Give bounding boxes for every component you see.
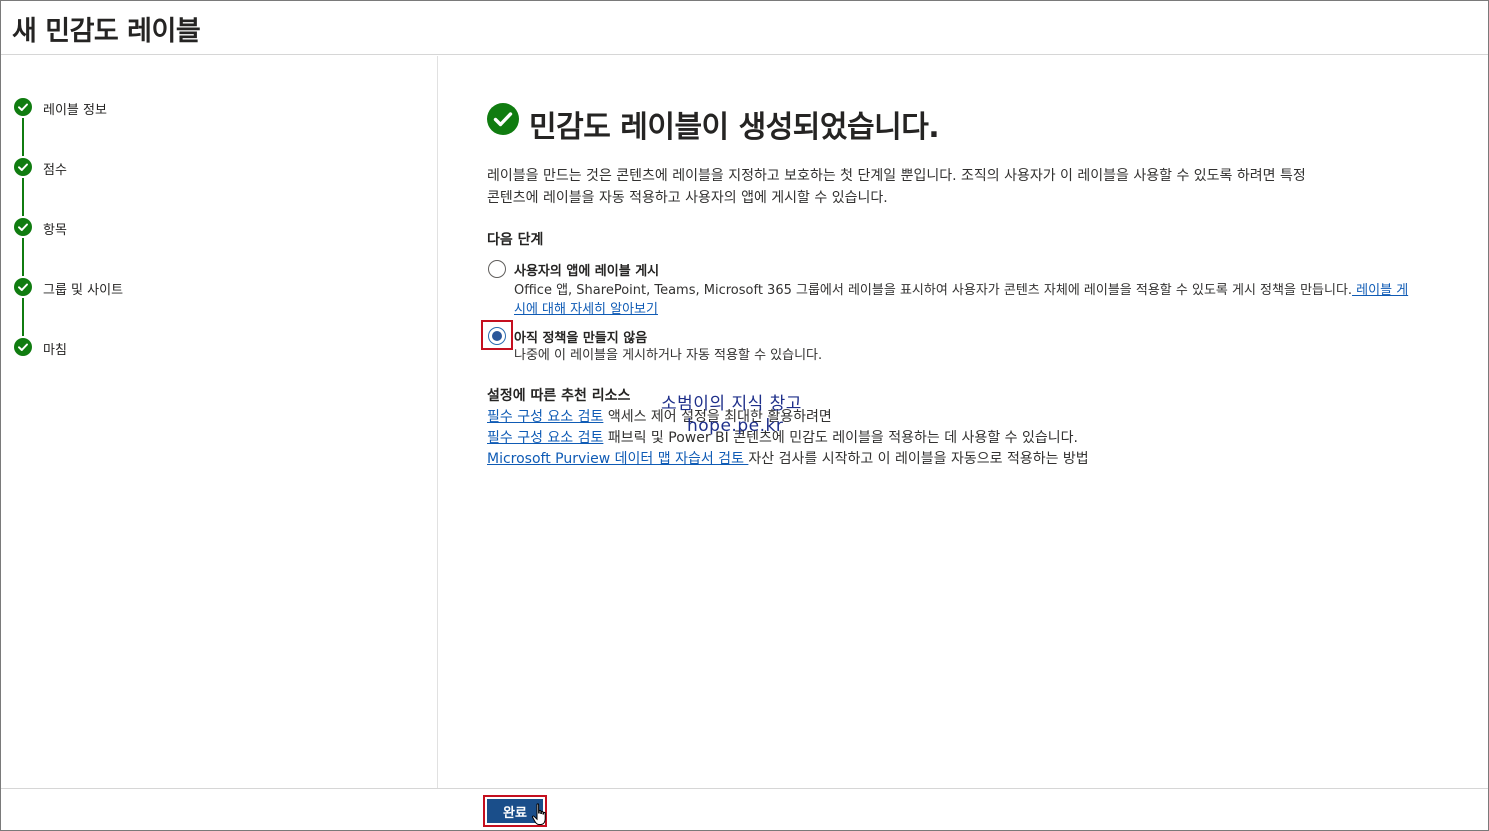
learn-more-link[interactable]: 시에 대해 자세히 알아보기 <box>514 302 658 317</box>
step-connector <box>22 238 24 276</box>
description-line: 레이블을 만드는 것은 콘텐츠에 레이블을 지정하고 보호하는 첫 단계일 뿐입… <box>487 168 1306 184</box>
wizard-steps: 레이블 정보 점수 항목 그룹 및 사이트 마침 <box>1 56 438 788</box>
option-title: 아직 정책을 만들지 않음 <box>514 331 648 346</box>
check-circle-icon <box>487 103 519 135</box>
check-circle-icon <box>14 278 32 296</box>
resource-link[interactable]: 필수 구성 요소 검토 <box>487 430 603 446</box>
success-title-text: 민감도 레이블이 생성되었습니다. <box>529 110 940 145</box>
option-title: 사용자의 앱에 레이블 게시 <box>514 264 660 279</box>
check-circle-icon <box>14 98 32 116</box>
publish-radio[interactable] <box>488 260 506 278</box>
step-label: 항목 <box>43 223 67 238</box>
option-description: Office 앱, SharePoint, Teams, Microsoft 3… <box>514 281 1408 319</box>
option-description-text: Office 앱, SharePoint, Teams, Microsoft 3… <box>514 283 1353 298</box>
page-header: 새 민감도 레이블 <box>1 1 1488 55</box>
step-label: 마침 <box>43 343 67 358</box>
footer-bar: 완료 <box>1 788 1488 830</box>
no-policy-radio[interactable] <box>488 327 506 345</box>
step-label: 레이블 정보 <box>43 103 107 118</box>
description-line: 콘텐츠에 레이블을 자동 적용하고 사용자의 앱에 게시할 수 있습니다. <box>487 190 888 206</box>
step-connector <box>22 118 24 156</box>
next-steps-heading: 다음 단계 <box>487 232 544 248</box>
hand-pointer-icon <box>531 803 546 825</box>
step-label: 그룹 및 사이트 <box>43 283 124 298</box>
step-label: 점수 <box>43 163 67 178</box>
watermark-line: hope.pe.kr <box>687 416 784 436</box>
window-frame: 새 민감도 레이블 레이블 정보 점수 항목 그룹 및 사이트 마침 민감도 레… <box>0 0 1489 831</box>
learn-more-link[interactable]: 레이블 게 <box>1352 283 1408 298</box>
resource-item: Microsoft Purview 데이터 맵 자습서 검토 자산 검사를 시작… <box>487 449 1089 470</box>
option-description: 나중에 이 레이블을 게시하거나 자동 적용할 수 있습니다. <box>514 346 822 365</box>
watermark-line: 소범이의 지식 창고 <box>661 394 802 414</box>
check-circle-icon <box>14 218 32 236</box>
step-connector <box>22 178 24 216</box>
page-title: 새 민감도 레이블 <box>12 16 201 47</box>
option-description-text: 나중에 이 레이블을 게시하거나 자동 적용할 수 있습니다. <box>514 348 823 363</box>
resource-text: 패브릭 및 Power BI 콘텐츠에 민감도 레이블을 적용하는 데 사용할 … <box>603 430 1078 446</box>
check-circle-icon <box>14 338 32 356</box>
step-connector <box>22 298 24 336</box>
check-circle-icon <box>14 158 32 176</box>
resource-text: 자산 검사를 시작하고 이 레이블을 자동으로 적용하는 방법 <box>748 451 1089 467</box>
description: 레이블을 만드는 것은 콘텐츠에 레이블을 지정하고 보호하는 첫 단계일 뿐입… <box>487 165 1487 209</box>
resource-item: 필수 구성 요소 검토 패브릭 및 Power BI 콘텐츠에 민감도 레이블을… <box>487 428 1089 449</box>
resource-link[interactable]: 필수 구성 요소 검토 <box>487 409 603 425</box>
resource-link[interactable]: Microsoft Purview 데이터 맵 자습서 검토 <box>487 451 748 467</box>
main-panel: 민감도 레이블이 생성되었습니다. 레이블을 만드는 것은 콘텐츠에 레이블을 … <box>439 56 1488 788</box>
